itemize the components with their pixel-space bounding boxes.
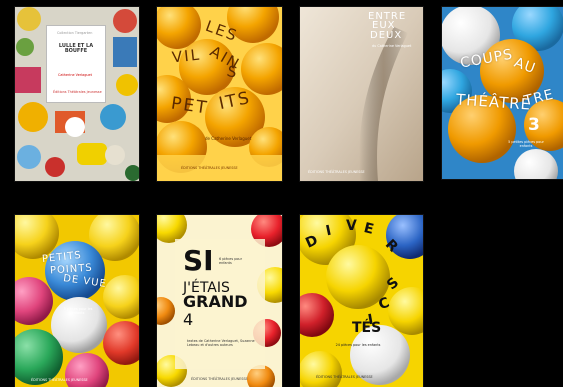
publisher-label: Éditions Théâtrales jeunesse — [53, 90, 102, 94]
book-author: de Catherine Verlaguet — [205, 136, 252, 141]
book-cover-petits-points-de-vue[interactable]: PETITS POINTS DE VUE 5 pièces pour les e… — [15, 215, 139, 387]
book-author: Catherine Verlaguet — [58, 73, 92, 77]
title-word: SI — [183, 244, 214, 277]
title-word: PET — [169, 93, 210, 119]
book-cover-grid: Collection Tiergarten LULLE ET LA BOUFFE… — [0, 0, 563, 387]
title-letter: V — [346, 218, 357, 234]
publisher-label: ÉDITIONS THÉÂTRALES JEUNESSE — [191, 377, 248, 381]
title-letter: TÉS — [352, 320, 382, 336]
book-cover-si-jetais-grand-4[interactable]: SI J'ÉTAIS GRAND 4 6 pièces pour enfants… — [157, 215, 282, 387]
balloons-illustration — [300, 215, 423, 387]
book-info: textes de Catherine Verlaguet, Suzanne L… — [187, 339, 255, 348]
publisher-label: ÉDITIONS THÉÂTRALES JEUNESSE — [316, 375, 373, 379]
publisher-label: ÉDITIONS THÉÂTRALES JEUNESSE — [308, 170, 365, 174]
volume-number: 3 — [528, 115, 540, 135]
title-word: 4 — [183, 310, 194, 329]
book-cover-lulle[interactable]: Collection Tiergarten LULLE ET LA BOUFFE… — [15, 7, 139, 181]
book-subtitle: 6 pièces pour enfants — [219, 257, 242, 266]
title-word: GRAND — [183, 292, 248, 311]
balloons-illustration — [15, 215, 139, 387]
title-panel: Collection Tiergarten LULLE ET LA BOUFFE… — [46, 25, 106, 103]
publisher-label: ÉDITIONS THÉÂTRALES JEUNESSE — [181, 166, 238, 170]
book-author: du Catherine Verlaguet — [372, 44, 412, 48]
book-subtitle: 5 pièces pour les enfants — [63, 307, 93, 316]
title-word: VIL — [171, 45, 202, 67]
book-subtitle: 5 petites pièces pour enfants — [508, 140, 544, 149]
abstract-illustration — [300, 7, 423, 181]
book-cover-coups-au-theatre-3[interactable]: COUPS AU THÉÂTRE TRE 3 5 petites pièces … — [442, 7, 563, 179]
publisher-label: ÉDITIONS THÉÂTRALES JEUNESSE — [31, 378, 88, 382]
book-title: LULLE ET LA BOUFFE — [58, 43, 94, 54]
collection-label: Collection Tiergarten — [57, 31, 93, 35]
book-cover-entre-eux-deux[interactable]: ENTRE EUX DEUX du Catherine Verlaguet ÉD… — [300, 7, 423, 181]
title-word: DEUX — [370, 30, 403, 41]
book-cover-vilains-petits[interactable]: LES VIL AIN S PET ITS de Catherine Verla… — [157, 7, 282, 181]
book-info: 24 pièces pour les enfants — [335, 343, 381, 347]
book-cover-diverscites[interactable]: D I V E R S C I TÉS 24 pièces pour les e… — [300, 215, 423, 387]
